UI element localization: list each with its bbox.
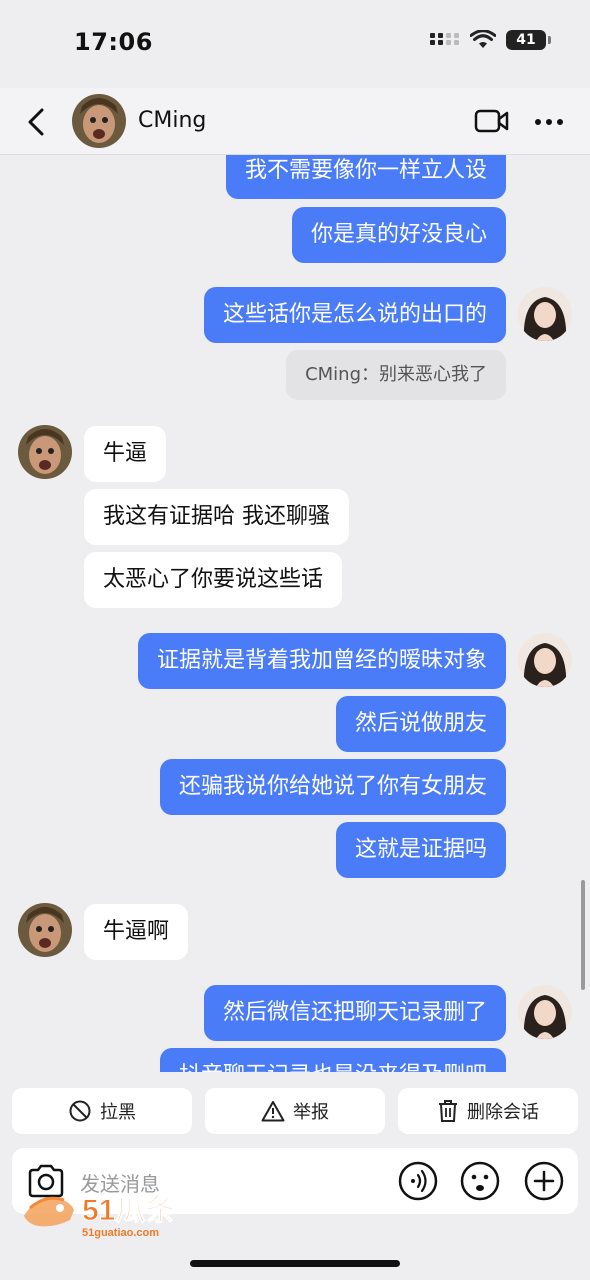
svg-text:51guatiao.com: 51guatiao.com (82, 1227, 159, 1239)
video-call-icon[interactable] (474, 108, 510, 134)
chat-header: CMing (0, 88, 590, 155)
message-bubble-outgoing[interactable]: 我不需要像你一样立人设 (225, 155, 506, 199)
battery-level: 41 (516, 32, 536, 48)
plus-icon[interactable] (524, 1161, 564, 1201)
signal-icon (430, 33, 459, 45)
delete-label: 删除会话 (467, 1102, 539, 1123)
warning-icon (261, 1101, 285, 1122)
message-bubble-outgoing[interactable]: 然后说做朋友 (335, 696, 506, 752)
battery-icon: 41 (506, 30, 551, 50)
contact-name: CMing (138, 108, 207, 133)
message-bubble-outgoing[interactable]: 这就是证据吗 (335, 822, 506, 878)
message-bubble-outgoing[interactable]: 你是真的好没良心 (291, 207, 506, 263)
status-bar: 17:06 41 (0, 0, 590, 88)
block-button[interactable]: 拉黑 (12, 1088, 192, 1134)
contact-avatar[interactable] (72, 94, 126, 148)
message-bubble-outgoing[interactable]: 这些话你是怎么说的出口的 (203, 287, 506, 343)
trash-icon (439, 1100, 457, 1122)
scrollbar[interactable] (581, 880, 585, 990)
message-bubble-outgoing[interactable]: 然后微信还把聊天记录删了 (203, 985, 506, 1041)
watermark-logo: 51瓜条 51guatiao.com (20, 1186, 210, 1242)
back-icon[interactable] (22, 104, 52, 140)
report-button[interactable]: 举报 (205, 1088, 385, 1134)
message-bubble-incoming[interactable]: 太恶心了你要说这些话 (84, 552, 343, 608)
message-bubble-incoming[interactable]: 牛逼啊 (84, 904, 189, 960)
my-avatar[interactable] (518, 287, 572, 341)
report-label: 举报 (293, 1102, 329, 1123)
message-list[interactable]: 我不需要像你一样立人设 你是真的好没良心 这些话你是怎么说的出口的 CMing：… (0, 155, 590, 1072)
my-avatar[interactable] (518, 985, 572, 1039)
wifi-icon (470, 30, 496, 48)
message-bubble-outgoing[interactable]: 抖音聊天记录也是没来得及删吧 (159, 1048, 506, 1072)
conversation-actions: 拉黑 举报 删除会话 (0, 1088, 590, 1134)
status-icons: 41 (430, 30, 551, 50)
voice-icon[interactable] (398, 1161, 438, 1201)
message-bubble-outgoing[interactable]: 证据就是背着我加曾经的暧昧对象 (137, 633, 506, 689)
message-bubble-incoming[interactable]: 我这有证据哈 我还聊骚 (84, 489, 349, 545)
svg-text:51瓜条: 51瓜条 (82, 1194, 175, 1227)
message-bubble-incoming[interactable]: 牛逼 (84, 426, 167, 482)
block-icon (69, 1100, 91, 1122)
contact-avatar-small[interactable] (18, 903, 72, 957)
message-bubble-outgoing[interactable]: 还骗我说你给她说了你有女朋友 (159, 759, 506, 815)
my-avatar[interactable] (518, 633, 572, 687)
emoji-icon[interactable] (460, 1161, 500, 1201)
contact-avatar-small[interactable] (18, 425, 72, 479)
block-label: 拉黑 (100, 1102, 136, 1123)
system-notice: CMing：别来恶心我了 (286, 350, 506, 400)
home-indicator[interactable] (190, 1260, 400, 1267)
status-time: 17:06 (74, 28, 153, 56)
more-options-icon[interactable] (534, 118, 564, 126)
delete-conversation-button[interactable]: 删除会话 (398, 1088, 578, 1134)
